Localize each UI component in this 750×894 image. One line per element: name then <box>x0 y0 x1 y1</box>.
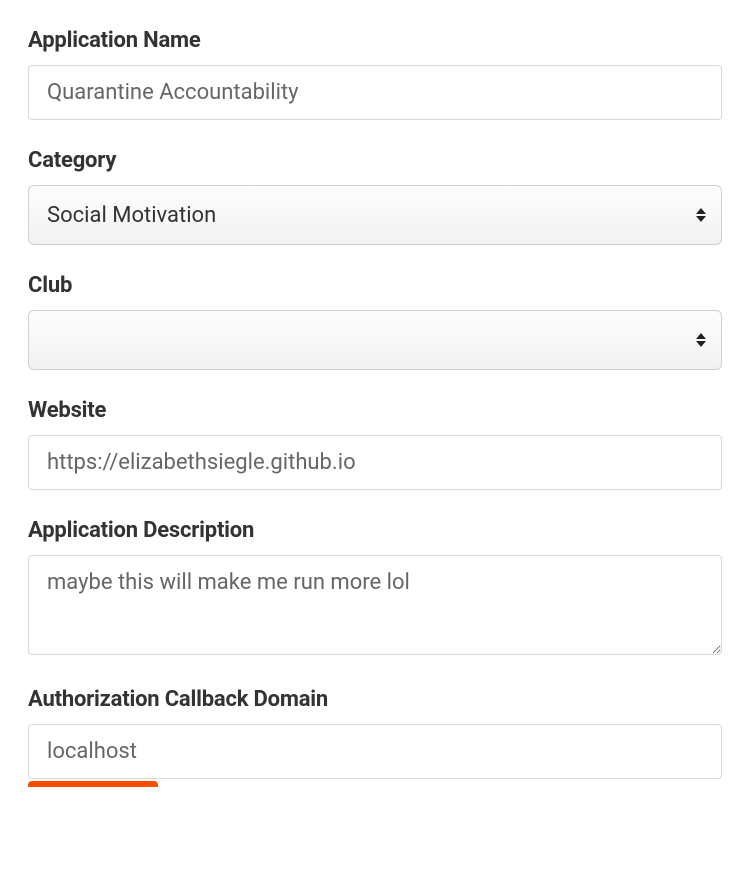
category-label: Category <box>28 148 722 173</box>
description-textarea[interactable] <box>28 555 722 655</box>
club-select[interactable] <box>28 310 722 370</box>
category-select[interactable]: Social Motivation <box>28 185 722 245</box>
application-name-group: Application Name <box>28 28 722 120</box>
club-select-wrapper <box>28 310 722 370</box>
orange-accent-strip <box>28 781 158 787</box>
application-name-input[interactable] <box>28 65 722 120</box>
club-label: Club <box>28 273 722 298</box>
callback-domain-input[interactable] <box>28 724 722 779</box>
club-group: Club <box>28 273 722 370</box>
category-select-wrapper: Social Motivation <box>28 185 722 245</box>
website-group: Website <box>28 398 722 490</box>
application-name-label: Application Name <box>28 28 722 53</box>
description-group: Application Description <box>28 518 722 659</box>
website-input[interactable] <box>28 435 722 490</box>
callback-domain-label: Authorization Callback Domain <box>28 687 722 712</box>
callback-domain-group: Authorization Callback Domain <box>28 687 722 787</box>
category-group: Category Social Motivation <box>28 148 722 245</box>
description-label: Application Description <box>28 518 722 543</box>
website-label: Website <box>28 398 722 423</box>
